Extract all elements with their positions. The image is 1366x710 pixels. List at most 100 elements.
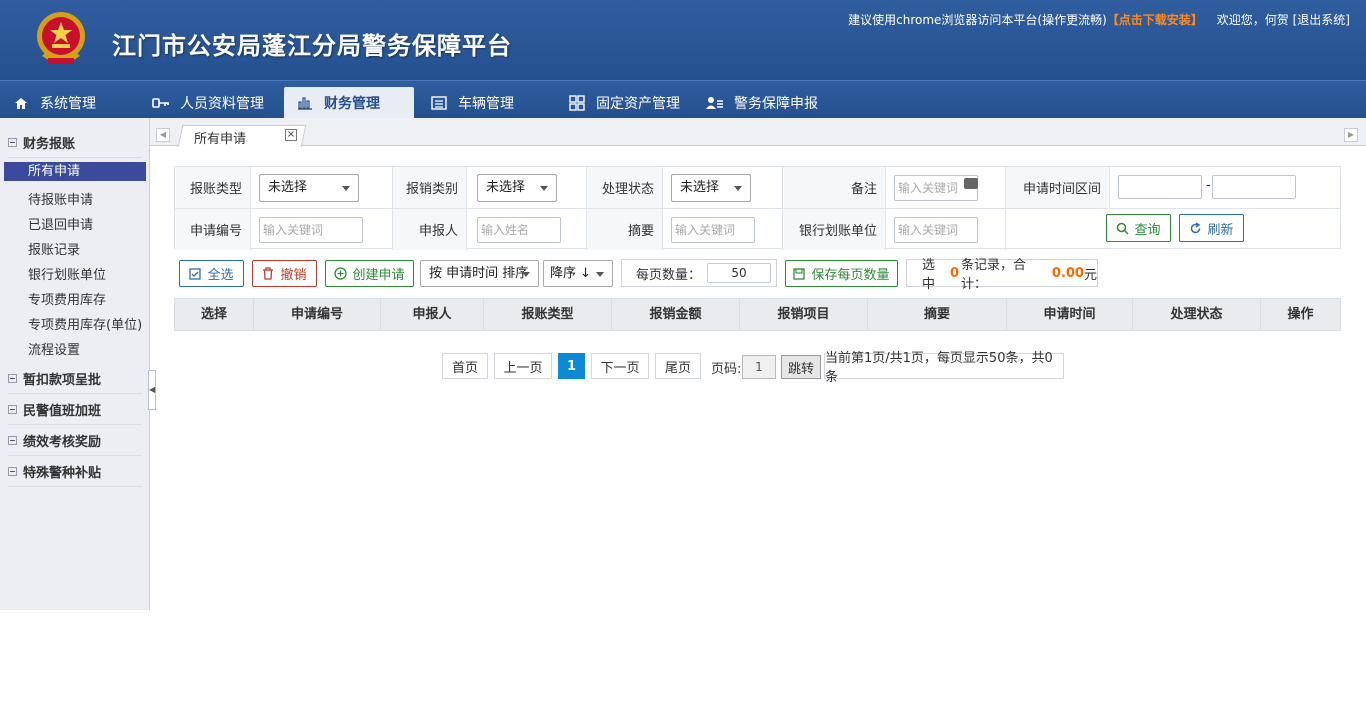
applicant-label: 申报人 — [393, 209, 467, 250]
logout-link[interactable]: [退出系统] — [1293, 13, 1350, 27]
apply-no-input[interactable]: 输入关键词 — [259, 217, 363, 243]
tab-label[interactable]: 所有申请 — [194, 128, 246, 147]
create-application-button[interactable]: 创建申请 — [325, 260, 414, 287]
browser-tip: 建议使用chrome浏览器访问本平台(操作更流畅) — [848, 13, 1107, 27]
column-header[interactable]: 报销项目 — [740, 299, 868, 330]
nav-item-label: 系统管理 — [40, 96, 96, 112]
nav-item-label: 财务管理 — [324, 96, 380, 112]
filter-row-1: 报账类型 未选择 报销类别 未选择 处理状态 未选择 备注 输入关键词 申请时间… — [175, 167, 1340, 208]
revoke-button[interactable]: 撤销 — [252, 260, 317, 287]
nav-item-label: 固定资产管理 — [596, 96, 680, 112]
sidebar-item-all-applications[interactable]: 所有申请 — [4, 162, 146, 181]
sidebar-collapse-handle[interactable]: ◀ — [148, 370, 156, 410]
reim-type-select[interactable]: 未选择 — [259, 174, 359, 202]
plus-circle-icon — [334, 267, 348, 280]
bank-unit-input[interactable]: 输入关键词 — [894, 217, 978, 243]
applicant-placeholder: 输入姓名 — [481, 223, 530, 237]
sort-by-select[interactable]: 按 申请时间 排序 — [420, 260, 539, 287]
sidebar-group-performance[interactable]: 绩效考核奖励 — [8, 431, 142, 456]
sidebar-item-bank-units[interactable]: 银行划账单位 — [28, 264, 106, 283]
collapse-icon — [8, 405, 17, 414]
nav-item-finance[interactable]: 财务管理 — [284, 87, 414, 119]
status-select[interactable]: 未选择 — [671, 174, 751, 202]
collapse-icon — [8, 138, 17, 147]
download-link[interactable]: 【点击下载安装】 — [1107, 13, 1203, 27]
tab-scroll-right-icon[interactable]: ▶ — [1344, 128, 1358, 142]
filter-row-2: 申请编号 输入关键词 申报人 输入姓名 摘要 输入关键词 银行划账单位 输入关键… — [175, 208, 1340, 250]
refresh-button[interactable]: 刷新 — [1179, 214, 1244, 242]
summary-placeholder: 输入关键词 — [675, 223, 736, 237]
select-all-label: 全选 — [207, 268, 234, 283]
refresh-icon — [1191, 221, 1201, 233]
sidebar-group-withholding[interactable]: 暂扣款项呈批 — [8, 369, 142, 394]
pager-first-button[interactable]: 首页 — [442, 353, 488, 379]
column-header[interactable]: 申请编号 — [254, 299, 381, 330]
reim-category-select[interactable]: 未选择 — [477, 174, 557, 202]
nav-item-label: 警务保障申报 — [734, 96, 818, 112]
home-icon — [12, 95, 30, 111]
sidebar-group-label: 绩效考核奖励 — [23, 435, 102, 450]
welcome-text: 欢迎您，何贺 — [1216, 13, 1289, 27]
status-label: 处理状态 — [587, 167, 663, 208]
summary-input[interactable]: 输入关键词 — [671, 217, 755, 243]
nav-item-label: 人员资料管理 — [180, 96, 264, 112]
column-header[interactable]: 申请时间 — [1007, 299, 1133, 330]
pager-page-label: 页码: — [711, 362, 742, 377]
sort-order-select[interactable]: 降序 ↓ — [543, 260, 613, 287]
keyboard-icon[interactable] — [964, 178, 978, 189]
sidebar-item-special-stock[interactable]: 专项费用库存 — [28, 289, 106, 308]
search-button[interactable]: 查询 — [1106, 214, 1171, 242]
nav-item-police-support[interactable]: 警务保障申报 — [694, 87, 844, 119]
pager-jump-button[interactable]: 跳转 — [781, 355, 821, 379]
table-header: 选择 申请编号 申报人 报账类型 报销金额 报销项目 摘要 申请时间 处理状态 … — [174, 298, 1341, 331]
list-icon — [430, 95, 448, 111]
column-header[interactable]: 处理状态 — [1133, 299, 1261, 330]
pager-current-page[interactable]: 1 — [558, 353, 585, 379]
sidebar-group-overtime[interactable]: 民警值班加班 — [8, 400, 142, 425]
pager-last-button[interactable]: 尾页 — [655, 353, 701, 379]
tab-close-icon[interactable]: × — [285, 129, 297, 141]
select-all-button[interactable]: 全选 — [179, 260, 244, 287]
trash-icon — [263, 267, 274, 280]
sidebar-group-finance-reimburse[interactable]: 财务报账 — [8, 133, 142, 158]
nav-item-label: 车辆管理 — [458, 96, 514, 112]
date-end-input[interactable] — [1212, 175, 1296, 199]
date-separator: - — [1206, 178, 1211, 193]
summary-label: 摘要 — [587, 209, 663, 250]
column-header[interactable]: 摘要 — [868, 299, 1007, 330]
tab-bar: ◀ ▶ — [150, 118, 1366, 146]
create-label: 创建申请 — [352, 268, 405, 283]
column-header[interactable]: 选择 — [175, 299, 254, 330]
apply-no-placeholder: 输入关键词 — [263, 223, 324, 237]
sidebar-item-pending[interactable]: 待报账申请 — [28, 189, 93, 208]
nav-item-personnel[interactable]: 人员资料管理 — [140, 87, 282, 119]
search-button-label: 查询 — [1134, 222, 1161, 238]
applicant-input[interactable]: 输入姓名 — [477, 217, 561, 243]
bar-chart-icon — [296, 95, 314, 111]
pager-prev-button[interactable]: 上一页 — [494, 353, 552, 379]
column-header[interactable]: 报销金额 — [612, 299, 740, 330]
nav-item-system[interactable]: 系统管理 — [0, 87, 140, 119]
sidebar-item-records[interactable]: 报账记录 — [28, 239, 80, 258]
collapse-icon — [8, 467, 17, 476]
sidebar-item-returned[interactable]: 已退回申请 — [28, 214, 93, 233]
column-header[interactable]: 操作 — [1261, 299, 1340, 330]
sidebar-item-workflow[interactable]: 流程设置 — [28, 339, 80, 358]
column-header[interactable]: 申报人 — [381, 299, 484, 330]
pager-next-button[interactable]: 下一页 — [591, 353, 649, 379]
sidebar-group-special-allowance[interactable]: 特殊警种补贴 — [8, 462, 142, 487]
nav-item-fixed-assets[interactable]: 固定资产管理 — [556, 87, 696, 119]
collapse-icon — [8, 374, 17, 383]
nav-item-vehicle[interactable]: 车辆管理 — [418, 87, 558, 119]
date-range-label: 申请时间区间 — [1006, 167, 1110, 208]
main-nav: 系统管理 人员资料管理 财务管理 车辆管理 固定资产管理 警务保障申报 — [0, 80, 1366, 119]
sidebar-item-special-stock-unit[interactable]: 专项费用库存(单位) — [28, 314, 142, 333]
date-start-input[interactable] — [1118, 175, 1202, 199]
page-size-input[interactable]: 50 — [707, 263, 772, 283]
selected-prefix: 选中 — [922, 258, 936, 292]
column-header[interactable]: 报账类型 — [484, 299, 612, 330]
tab-scroll-left-icon[interactable]: ◀ — [156, 128, 170, 142]
pager-page-input[interactable]: 1 — [742, 355, 776, 379]
selected-count: 0 — [949, 265, 960, 281]
save-page-size-button[interactable]: 保存每页数量 — [785, 260, 898, 287]
